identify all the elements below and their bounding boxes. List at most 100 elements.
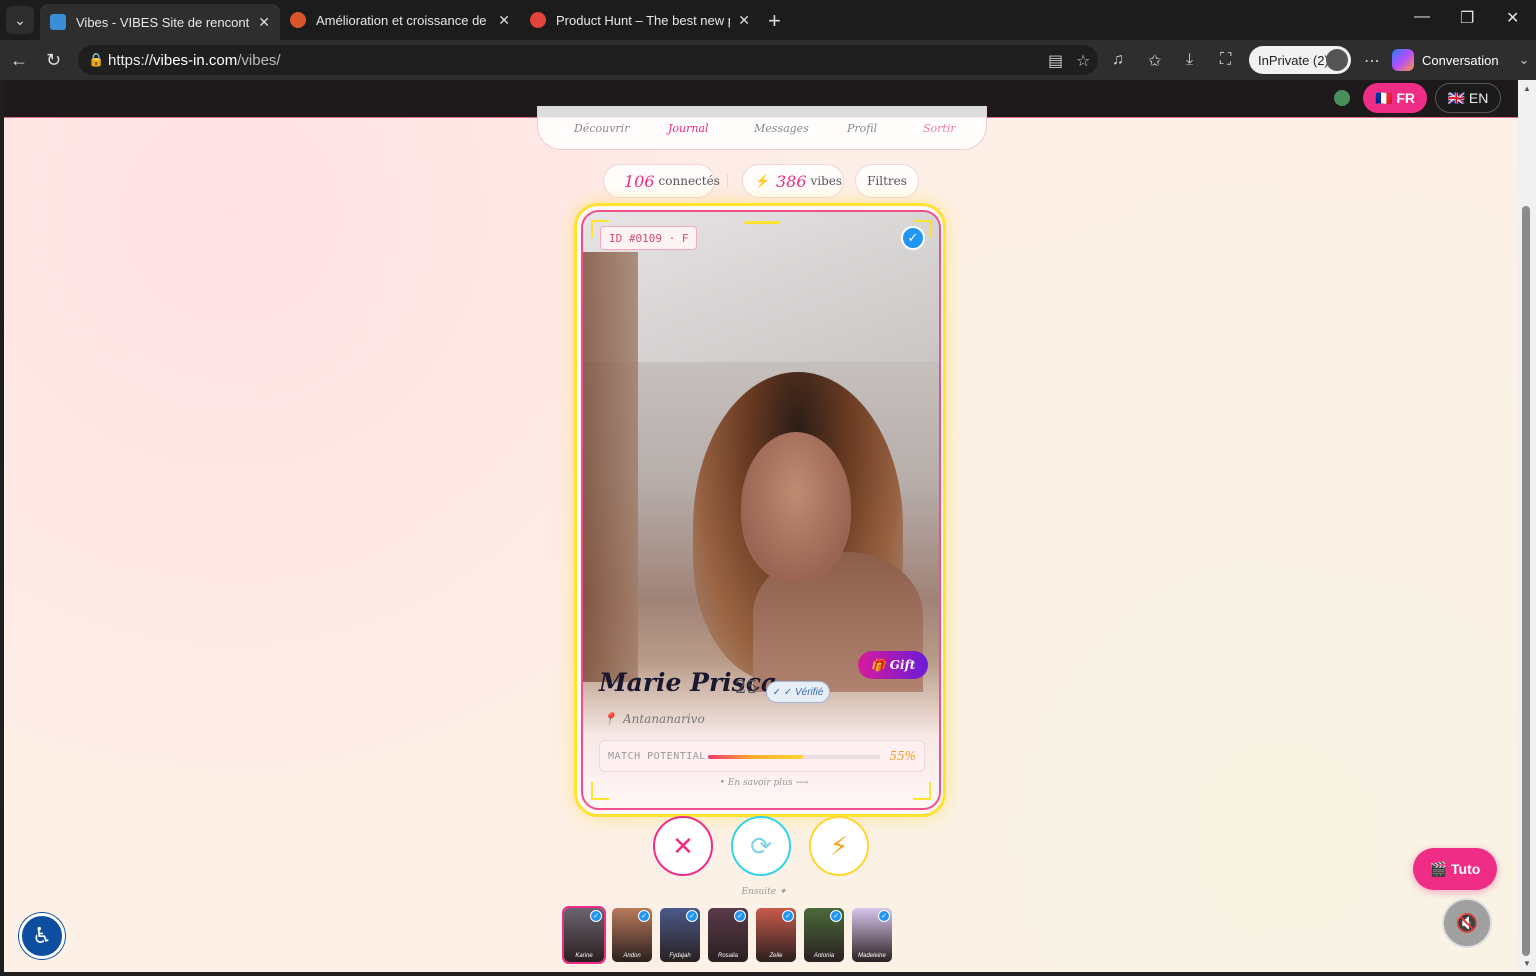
screenshot-icon[interactable]: ⛶ — [1220, 51, 1231, 69]
favorite-star-icon[interactable]: ☆ — [1076, 51, 1090, 71]
lang-fr-button[interactable]: 🇫🇷 FR — [1363, 83, 1427, 113]
queue-profile-name: Rosalia — [717, 953, 738, 959]
back-icon[interactable]: ← — [10, 50, 28, 71]
mute-icon[interactable]: 🔇 — [1442, 898, 1492, 948]
favorites-icon[interactable]: ✩ — [1148, 51, 1161, 71]
vibes-chip: ⚡ 386 vibes — [742, 164, 844, 198]
conversation-label: Conversation — [1422, 52, 1499, 68]
verified-check-icon: ✓ — [830, 910, 842, 922]
filters-label: Filtres — [867, 174, 907, 188]
tab-amelioration[interactable]: Amélioration et croissance de Vibe ✕ — [280, 4, 520, 36]
url-domain: vibes-in.com — [153, 51, 238, 69]
tab-title: Vibes - VIBES Site de rencontre : C — [76, 14, 250, 30]
vibes-label: vibes — [810, 174, 843, 188]
lang-en-button[interactable]: 🇬🇧 EN — [1435, 83, 1501, 113]
vibes-favicon-icon — [50, 14, 66, 30]
city-label: Antananarivo — [622, 712, 705, 726]
connected-count: 106 — [624, 171, 655, 191]
profile-id-badge: ID #0109 · F — [600, 226, 698, 250]
close-window-icon[interactable]: ✕ — [1506, 8, 1519, 28]
verified-check-icon: ✓ — [878, 910, 890, 922]
copilot-icon — [1392, 49, 1414, 71]
pass-button[interactable]: ✕ — [653, 816, 713, 876]
address-toolbar: ← ↻ 🔒 https://vibes-in.com/vibes/ ▤ ☆ ♫ … — [0, 40, 1536, 80]
url-path: /vibes/ — [237, 51, 281, 69]
nav-discover[interactable]: Découvrir — [574, 122, 629, 135]
restore-icon[interactable]: ❐ — [1460, 8, 1474, 28]
producthunt-favicon-icon — [530, 12, 546, 28]
close-tab-icon[interactable]: ✕ — [738, 12, 750, 29]
nav-messages[interactable]: Messages — [754, 122, 809, 135]
web-page: 🇫🇷 FR 🇬🇧 EN Découvrir Journal Messages P… — [4, 80, 1518, 972]
nav-journal[interactable]: Journal — [668, 122, 709, 135]
avatar — [1326, 49, 1348, 71]
vibe-button[interactable]: ⚡ — [809, 816, 869, 876]
url-prefix: https:// — [108, 51, 154, 69]
photo-face — [741, 432, 851, 582]
reader-mode-icon[interactable]: ▤ — [1048, 51, 1063, 71]
lightning-icon: ⚡ — [755, 174, 770, 188]
match-label: MATCH POTENTIAL — [608, 751, 706, 762]
chevron-down-icon[interactable]: ⌄ — [1519, 52, 1530, 68]
close-tab-icon[interactable]: ✕ — [258, 14, 270, 31]
match-percent: 55% — [889, 749, 916, 763]
page-scrollbar[interactable]: ▲ ▼ — [1518, 80, 1536, 972]
close-tab-icon[interactable]: ✕ — [498, 12, 510, 29]
queue-profile-name: Madeleine — [858, 953, 886, 959]
queue-profile-thumb[interactable]: ✓ Zelie — [756, 908, 796, 962]
accessibility-icon[interactable]: ♿ — [19, 913, 65, 959]
corner-bracket — [591, 782, 609, 800]
verified-check-icon: ✓ — [590, 910, 602, 922]
corner-bracket — [913, 782, 931, 800]
copilot-conversation-button[interactable]: Conversation ⌄ — [1392, 46, 1532, 74]
tab-title: Product Hunt – The best new prod — [556, 12, 730, 28]
divider — [727, 174, 728, 188]
tab-actions-menu-button[interactable]: ⌄ — [6, 6, 34, 34]
verified-check-icon: ✓ — [734, 910, 746, 922]
queue-profile-thumb[interactable]: ✓ Madeleine — [852, 908, 892, 962]
photo-wall — [583, 252, 638, 682]
media-icon[interactable]: ♫ — [1112, 51, 1124, 69]
queue-profile-name: Karine — [575, 953, 593, 959]
next-label: Ensuite ✦ — [741, 887, 787, 897]
tutorial-button[interactable]: 🎬 Tuto — [1413, 848, 1497, 890]
scrollbar-thumb[interactable] — [1522, 206, 1530, 956]
nav-logout[interactable]: Sortir — [923, 122, 956, 135]
more-menu-icon[interactable]: ⋯ — [1364, 51, 1380, 71]
match-progress-fill — [708, 755, 803, 759]
browser-tab-bar: ⌄ Vibes - VIBES Site de rencontre : C ✕ … — [0, 0, 1536, 40]
verified-check-icon: ✓ — [686, 910, 698, 922]
rewind-button[interactable]: ⟳ — [731, 816, 791, 876]
lock-icon: 🔒 — [88, 52, 105, 67]
match-potential: MATCH POTENTIAL 55% — [599, 740, 925, 772]
connected-label: connectés — [658, 174, 720, 188]
queue-profile-thumb[interactable]: ✓ Andon — [612, 908, 652, 962]
scroll-up-icon[interactable]: ▲ — [1523, 84, 1531, 93]
tab-producthunt[interactable]: Product Hunt – The best new prod ✕ — [520, 4, 760, 36]
queue-profile-name: Zelie — [769, 953, 783, 959]
minimize-icon[interactable]: — — [1414, 8, 1430, 26]
main-nav: Découvrir Journal Messages Profil Sortir — [537, 106, 987, 150]
inprivate-button[interactable]: InPrivate (2) — [1249, 46, 1351, 74]
verified-check-icon: ✓ — [638, 910, 650, 922]
learn-more-link[interactable]: • En savoir plus ⟶ — [704, 778, 824, 788]
queue-profile-thumb[interactable]: ✓ Rosalia — [708, 908, 748, 962]
url-field[interactable]: 🔒 https://vibes-in.com/vibes/ — [78, 45, 1098, 75]
next-profiles-strip: ✓ Karine ✓ Andon ✓ Fydajah ✓ Rosalia ✓ Zelie ✓ Anto… — [562, 906, 892, 964]
scroll-down-icon[interactable]: ▼ — [1523, 959, 1531, 968]
match-progress-bar — [708, 755, 880, 759]
tab-vibes[interactable]: Vibes - VIBES Site de rencontre : C ✕ — [40, 4, 280, 40]
gift-button[interactable]: 🎁 Gift — [858, 651, 928, 679]
refresh-icon[interactable]: ↻ — [46, 50, 61, 71]
queue-profile-thumb[interactable]: ✓ Antonia — [804, 908, 844, 962]
queue-profile-thumb[interactable]: ✓ Fydajah — [660, 908, 700, 962]
nav-profile[interactable]: Profil — [847, 122, 877, 135]
profile-location: 📍 Antananarivo — [602, 712, 705, 726]
claude-favicon-icon — [290, 12, 306, 28]
globe-icon[interactable] — [1334, 90, 1350, 106]
downloads-icon[interactable]: ⤓ — [1186, 51, 1193, 69]
new-tab-icon[interactable]: + — [768, 8, 781, 34]
filters-button[interactable]: Filtres — [855, 164, 919, 198]
queue-profile-name: Antonia — [813, 953, 835, 959]
queue-profile-thumb[interactable]: ✓ Karine — [562, 906, 606, 964]
